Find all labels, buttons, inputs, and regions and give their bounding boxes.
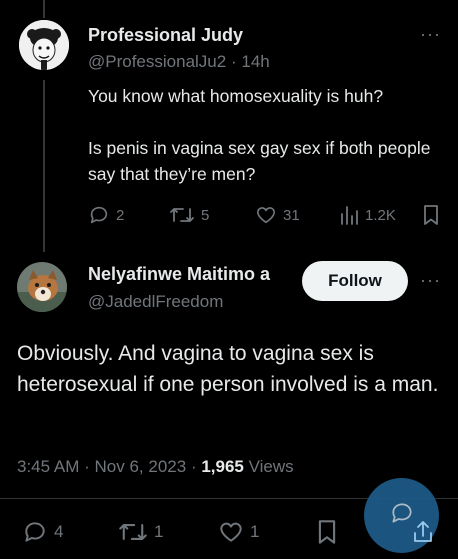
main-author-name[interactable]: Nelyafinwe Maitimo a bbox=[88, 264, 295, 285]
views-label: Views bbox=[248, 457, 294, 476]
main-retweet-count: 1 bbox=[154, 522, 164, 541]
meta-dot-2: · bbox=[190, 457, 197, 476]
parent-like-count: 31 bbox=[283, 206, 300, 224]
parent-views-button[interactable]: 1.2K bbox=[339, 204, 396, 226]
reply-icon bbox=[88, 204, 110, 226]
main-retweet-button[interactable]: 1 bbox=[118, 519, 163, 545]
parent-reply-count: 2 bbox=[116, 206, 125, 224]
views-count[interactable]: 1,965 bbox=[201, 457, 244, 476]
main-reply-button[interactable]: 4 bbox=[22, 519, 63, 545]
reply-icon bbox=[22, 519, 48, 545]
retweet-icon bbox=[118, 519, 148, 545]
parent-text-line1: You know what homosexuality is huh? bbox=[88, 86, 384, 106]
separator: · bbox=[230, 52, 237, 71]
meta-dot: · bbox=[84, 457, 90, 476]
parent-author-name[interactable]: Professional Judy bbox=[88, 25, 243, 46]
main-like-button[interactable]: 1 bbox=[218, 519, 259, 545]
main-like-count: 1 bbox=[250, 522, 260, 541]
views-icon bbox=[339, 204, 359, 226]
parent-time[interactable]: 14h bbox=[241, 52, 269, 71]
thread-line-connector bbox=[43, 80, 45, 252]
main-tweet-text: Obviously. And vagina to vagina sex is h… bbox=[17, 342, 439, 396]
thread-line-top bbox=[43, 0, 45, 18]
avatar-professional-judy[interactable] bbox=[19, 20, 69, 70]
parent-retweet-count: 5 bbox=[201, 206, 210, 224]
main-date[interactable]: Nov 6, 2023 bbox=[95, 457, 187, 476]
parent-retweet-button[interactable]: 5 bbox=[169, 204, 209, 226]
main-reply-count: 4 bbox=[54, 522, 64, 541]
main-time[interactable]: 3:45 AM bbox=[17, 457, 79, 476]
share-button[interactable] bbox=[412, 519, 434, 545]
parent-handle[interactable]: @ProfessionalJu2 bbox=[88, 52, 226, 71]
parent-handle-time[interactable]: @ProfessionalJu2 · 14h bbox=[88, 52, 270, 72]
like-icon bbox=[255, 204, 277, 226]
main-bookmark-button[interactable] bbox=[316, 519, 338, 545]
avatar-nelyafinwe[interactable] bbox=[17, 262, 67, 312]
main-handle[interactable]: @JadedlFreedom bbox=[88, 292, 223, 312]
main-tweet-meta: 3:45 AM · Nov 6, 2023 · 1,965 Views bbox=[17, 457, 294, 477]
parent-like-button[interactable]: 31 bbox=[255, 204, 300, 226]
bookmark-icon bbox=[422, 204, 440, 226]
main-more-icon[interactable]: ··· bbox=[420, 270, 441, 291]
parent-views-count: 1.2K bbox=[365, 206, 396, 224]
bookmark-icon bbox=[316, 519, 338, 545]
retweet-icon bbox=[169, 204, 195, 226]
like-icon bbox=[218, 519, 244, 545]
parent-bookmark-button[interactable] bbox=[422, 204, 440, 226]
parent-reply-button[interactable]: 2 bbox=[88, 204, 124, 226]
parent-more-icon[interactable]: ··· bbox=[420, 24, 441, 45]
share-icon bbox=[412, 519, 434, 545]
parent-text-line2: Is penis in vagina sex gay sex if both p… bbox=[88, 138, 431, 184]
follow-button[interactable]: Follow bbox=[302, 261, 408, 301]
